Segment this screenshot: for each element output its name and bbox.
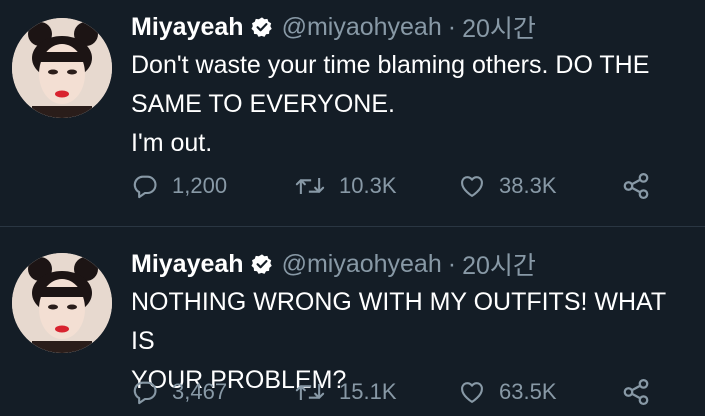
author-handle[interactable]: @miyaohyeah	[282, 250, 442, 279]
like-count: 38.3K	[499, 173, 557, 198]
tweet-header: Miyayeah @miyaohyeah · 20시간	[131, 10, 536, 44]
tweet-text: Don't waste your time blaming others. DO…	[131, 46, 691, 163]
retweet-button[interactable]: 10.3K	[294, 169, 397, 203]
verified-badge-icon	[251, 253, 273, 275]
share-icon	[621, 377, 651, 407]
reply-count: 1,200	[172, 173, 228, 198]
author-name[interactable]: Miyayeah	[131, 250, 244, 279]
reply-button[interactable]: 3,467	[131, 375, 227, 409]
like-count: 63.5K	[499, 379, 557, 404]
tweet[interactable]: Miyayeah @miyaohyeah · 20시간 Don't waste …	[0, 0, 705, 226]
heart-icon	[458, 172, 486, 200]
timestamp[interactable]: 20시간	[462, 246, 536, 282]
tweet-feed: Miyayeah @miyaohyeah · 20시간 Don't waste …	[0, 0, 705, 416]
tweet-text-line: I'm out.	[131, 129, 213, 157]
retweet-button[interactable]: 15.1K	[294, 375, 397, 409]
separator-dot: ·	[447, 249, 457, 278]
reply-button[interactable]: 1,200	[131, 169, 227, 203]
avatar-photo	[12, 253, 112, 353]
share-icon	[621, 171, 651, 201]
separator-dot: ·	[447, 12, 457, 41]
tweet-actions: 3,467 15.1K 63.5K	[131, 375, 691, 409]
avatar-photo	[12, 18, 112, 118]
like-button[interactable]: 63.5K	[458, 375, 557, 409]
share-button[interactable]	[621, 375, 651, 409]
tweet[interactable]: Miyayeah @miyaohyeah · 20시간 NOTHING WRON…	[0, 227, 705, 416]
timestamp[interactable]: 20시간	[462, 9, 536, 45]
share-button[interactable]	[621, 169, 651, 203]
tweet-text-line: Don't waste your time blaming others. DO…	[131, 51, 650, 79]
heart-icon	[458, 378, 486, 406]
reply-icon	[131, 172, 159, 200]
like-button[interactable]: 38.3K	[458, 169, 557, 203]
retweet-count: 10.3K	[339, 173, 397, 198]
tweet-text-line: SAME TO EVERYONE.	[131, 90, 395, 118]
tweet-header: Miyayeah @miyaohyeah · 20시간	[131, 247, 536, 281]
verified-badge-icon	[251, 16, 273, 38]
retweet-icon	[294, 378, 326, 406]
reply-icon	[131, 378, 159, 406]
reply-count: 3,467	[172, 379, 228, 404]
tweet-actions: 1,200 10.3K 38.3K	[131, 169, 691, 203]
author-name[interactable]: Miyayeah	[131, 13, 244, 42]
author-handle[interactable]: @miyaohyeah	[282, 13, 442, 42]
retweet-icon	[294, 172, 326, 200]
avatar[interactable]	[12, 18, 112, 118]
avatar[interactable]	[12, 253, 112, 353]
tweet-text-line: NOTHING WRONG WITH MY OUTFITS! WHAT IS	[131, 288, 666, 355]
retweet-count: 15.1K	[339, 379, 397, 404]
